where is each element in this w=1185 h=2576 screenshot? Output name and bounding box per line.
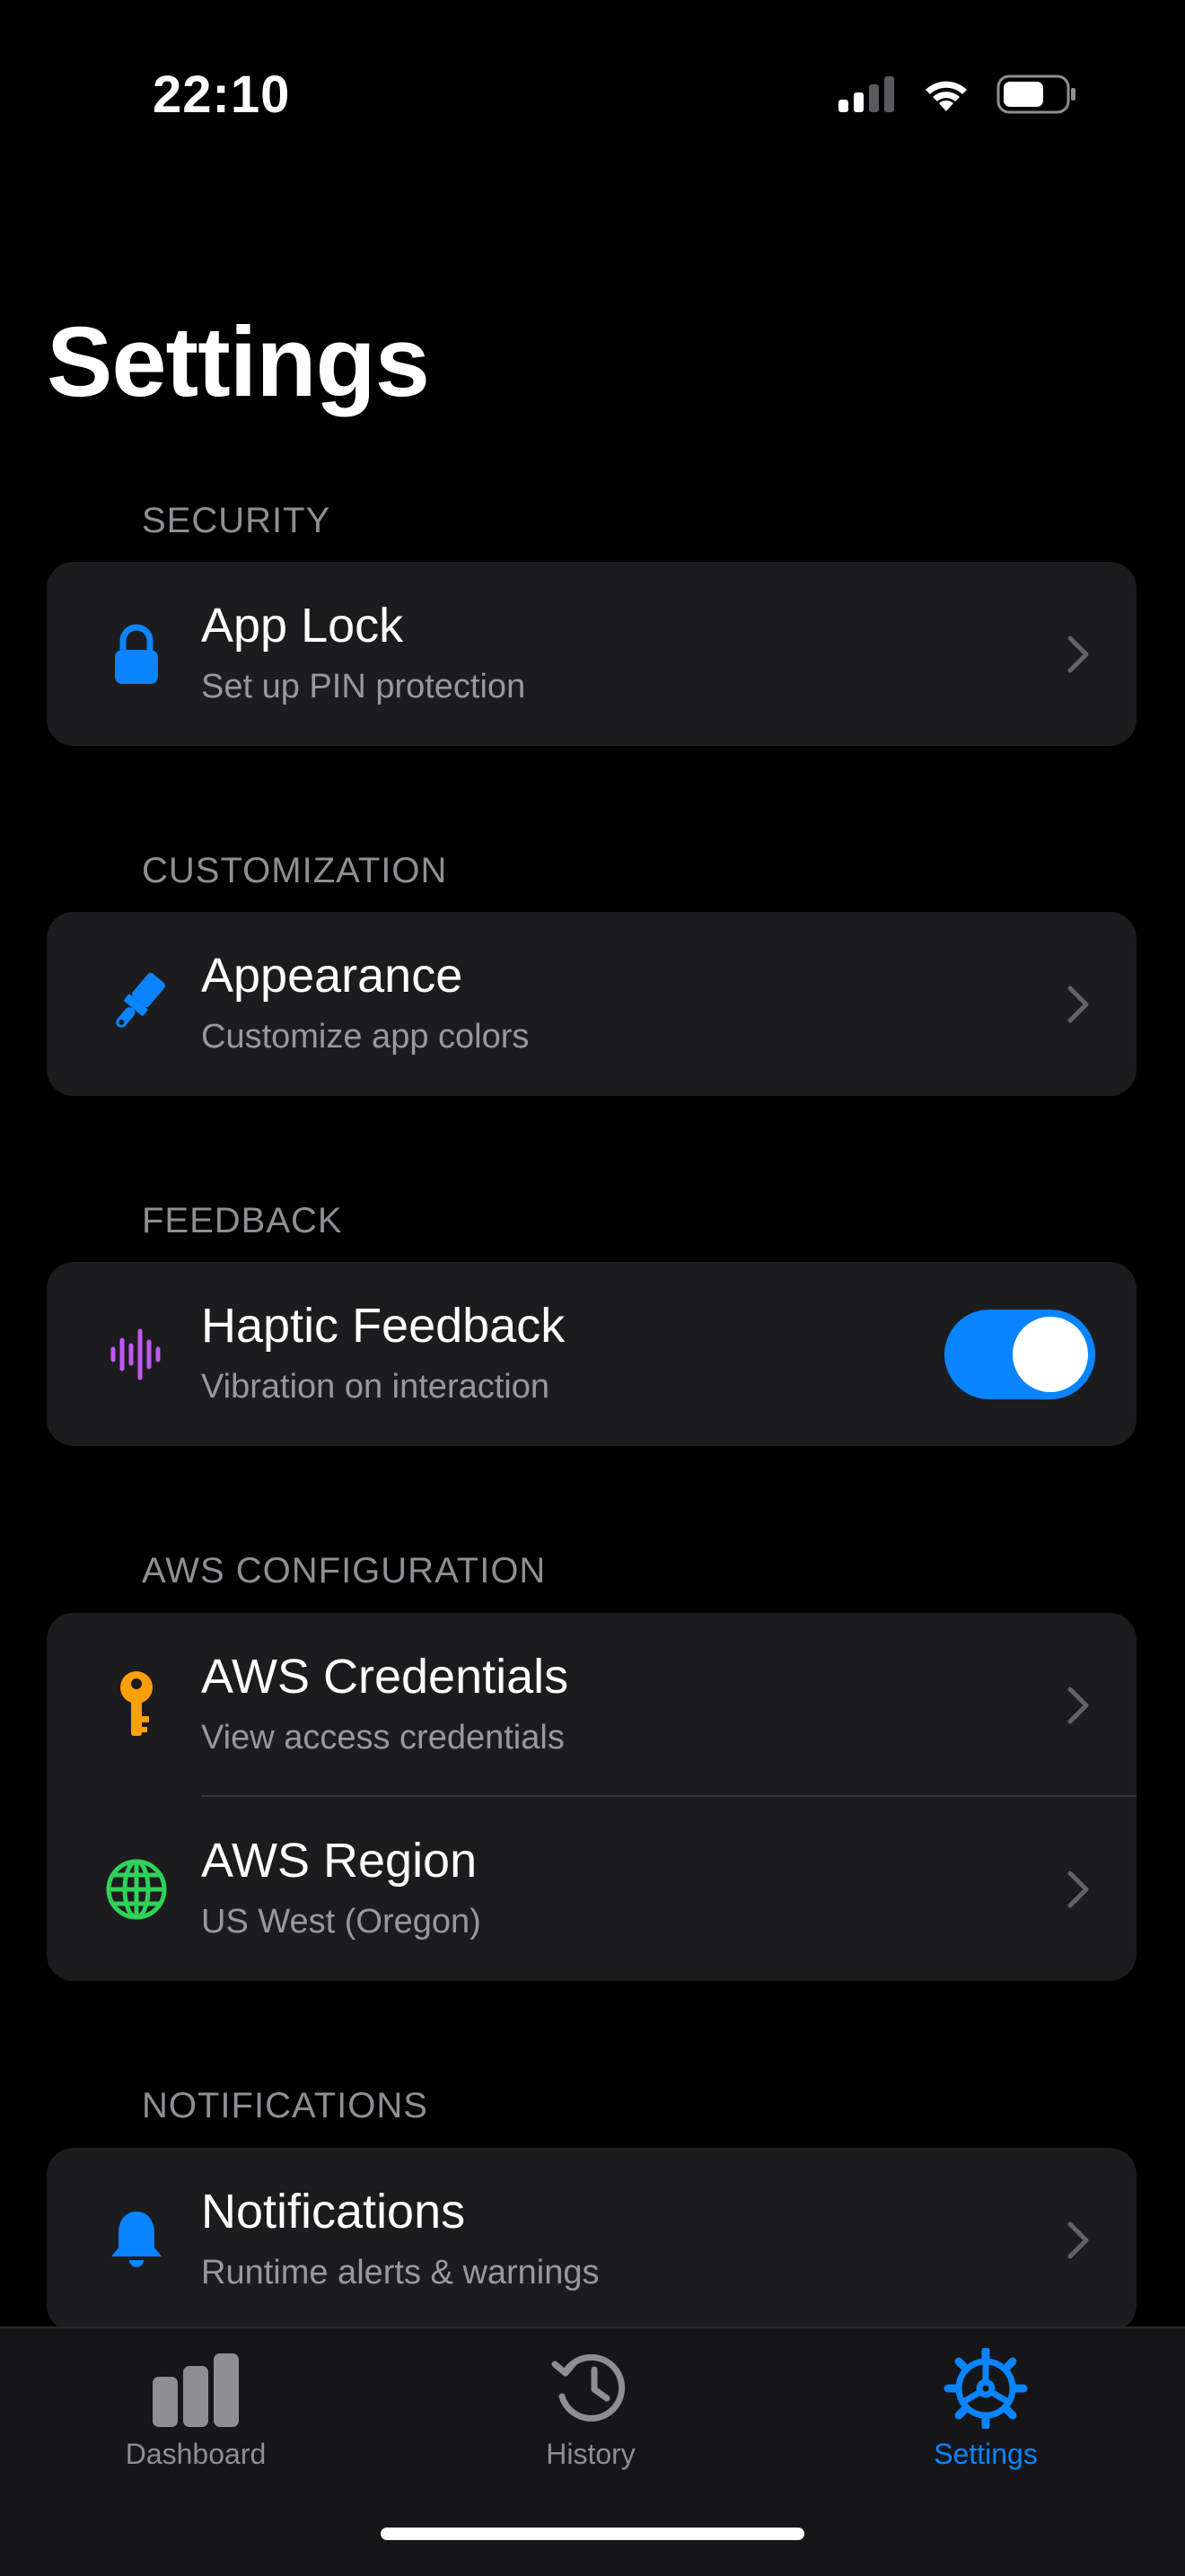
section-header-notifications: NOTIFICATIONS [142, 2086, 428, 2125]
notifications-subtitle: Runtime alerts & warnings [201, 2254, 600, 2291]
notifications-title: Notifications [201, 2185, 466, 2239]
lock-icon [102, 620, 171, 688]
tab-history[interactable]: History [456, 2348, 725, 2483]
chevron-right-icon [1067, 635, 1089, 672]
status-bar: 22:10 [0, 0, 1185, 188]
bell-icon [102, 2206, 171, 2274]
tab-settings-label: Settings [934, 2438, 1038, 2470]
haptic-feedback-subtitle: Vibration on interaction [201, 1368, 549, 1406]
feedback-group: Haptic Feedback Vibration on interaction [47, 1262, 1137, 1446]
customization-group: Appearance Customize app colors [47, 912, 1137, 1096]
paintbrush-icon [102, 970, 171, 1038]
tab-dashboard-label: Dashboard [125, 2438, 267, 2470]
haptic-feedback-title: Haptic Feedback [201, 1299, 566, 1353]
chevron-right-icon [1067, 1871, 1089, 1907]
aws-credentials-title: AWS Credentials [201, 1650, 569, 1704]
section-header-customization: CUSTOMIZATION [142, 851, 448, 890]
appearance-row[interactable]: Appearance Customize app colors [47, 912, 1137, 1096]
app-lock-subtitle: Set up PIN protection [201, 668, 526, 705]
status-icons [838, 74, 1077, 118]
bar-chart-icon [153, 2353, 239, 2427]
home-indicator[interactable] [381, 2528, 804, 2540]
security-group: App Lock Set up PIN protection [47, 562, 1137, 746]
aws-credentials-subtitle: View access credentials [201, 1719, 565, 1757]
haptic-feedback-row: Haptic Feedback Vibration on interaction [47, 1262, 1137, 1446]
chevron-right-icon [1067, 986, 1089, 1022]
toggle-knob [1013, 1316, 1088, 1392]
aws-region-title: AWS Region [201, 1834, 478, 1888]
battery-icon [996, 74, 1077, 118]
gear-icon [944, 2348, 1028, 2429]
haptic-feedback-toggle[interactable] [944, 1309, 1095, 1399]
waveform-icon [102, 1320, 171, 1389]
app-lock-title: App Lock [201, 599, 404, 653]
tab-dashboard[interactable]: Dashboard [61, 2348, 330, 2483]
app-lock-row[interactable]: App Lock Set up PIN protection [47, 562, 1137, 746]
key-icon [102, 1670, 171, 1739]
status-time: 22:10 [153, 66, 291, 124]
aws-region-row[interactable]: AWS Region US West (Oregon) [47, 1797, 1137, 1981]
section-header-aws: AWS CONFIGURATION [142, 1551, 547, 1590]
appearance-title: Appearance [201, 949, 463, 1003]
aws-group: AWS Credentials View access credentials … [47, 1613, 1137, 1981]
tab-history-label: History [546, 2438, 636, 2470]
notifications-group: Notifications Runtime alerts & warnings [47, 2148, 1137, 2332]
page-title: Settings [47, 307, 430, 417]
cellular-signal-icon [838, 75, 896, 117]
aws-credentials-row[interactable]: AWS Credentials View access credentials [47, 1613, 1137, 1797]
chevron-right-icon [1067, 1687, 1089, 1723]
chevron-right-icon [1067, 2221, 1089, 2258]
section-header-security: SECURITY [142, 501, 331, 540]
tab-settings[interactable]: Settings [851, 2348, 1120, 2483]
history-clock-icon [551, 2353, 626, 2422]
section-header-feedback: FEEDBACK [142, 1201, 343, 1240]
wifi-icon [921, 75, 971, 118]
globe-icon [102, 1855, 171, 1923]
notifications-row[interactable]: Notifications Runtime alerts & warnings [47, 2148, 1137, 2332]
aws-region-subtitle: US West (Oregon) [201, 1903, 481, 1941]
appearance-subtitle: Customize app colors [201, 1018, 530, 1056]
